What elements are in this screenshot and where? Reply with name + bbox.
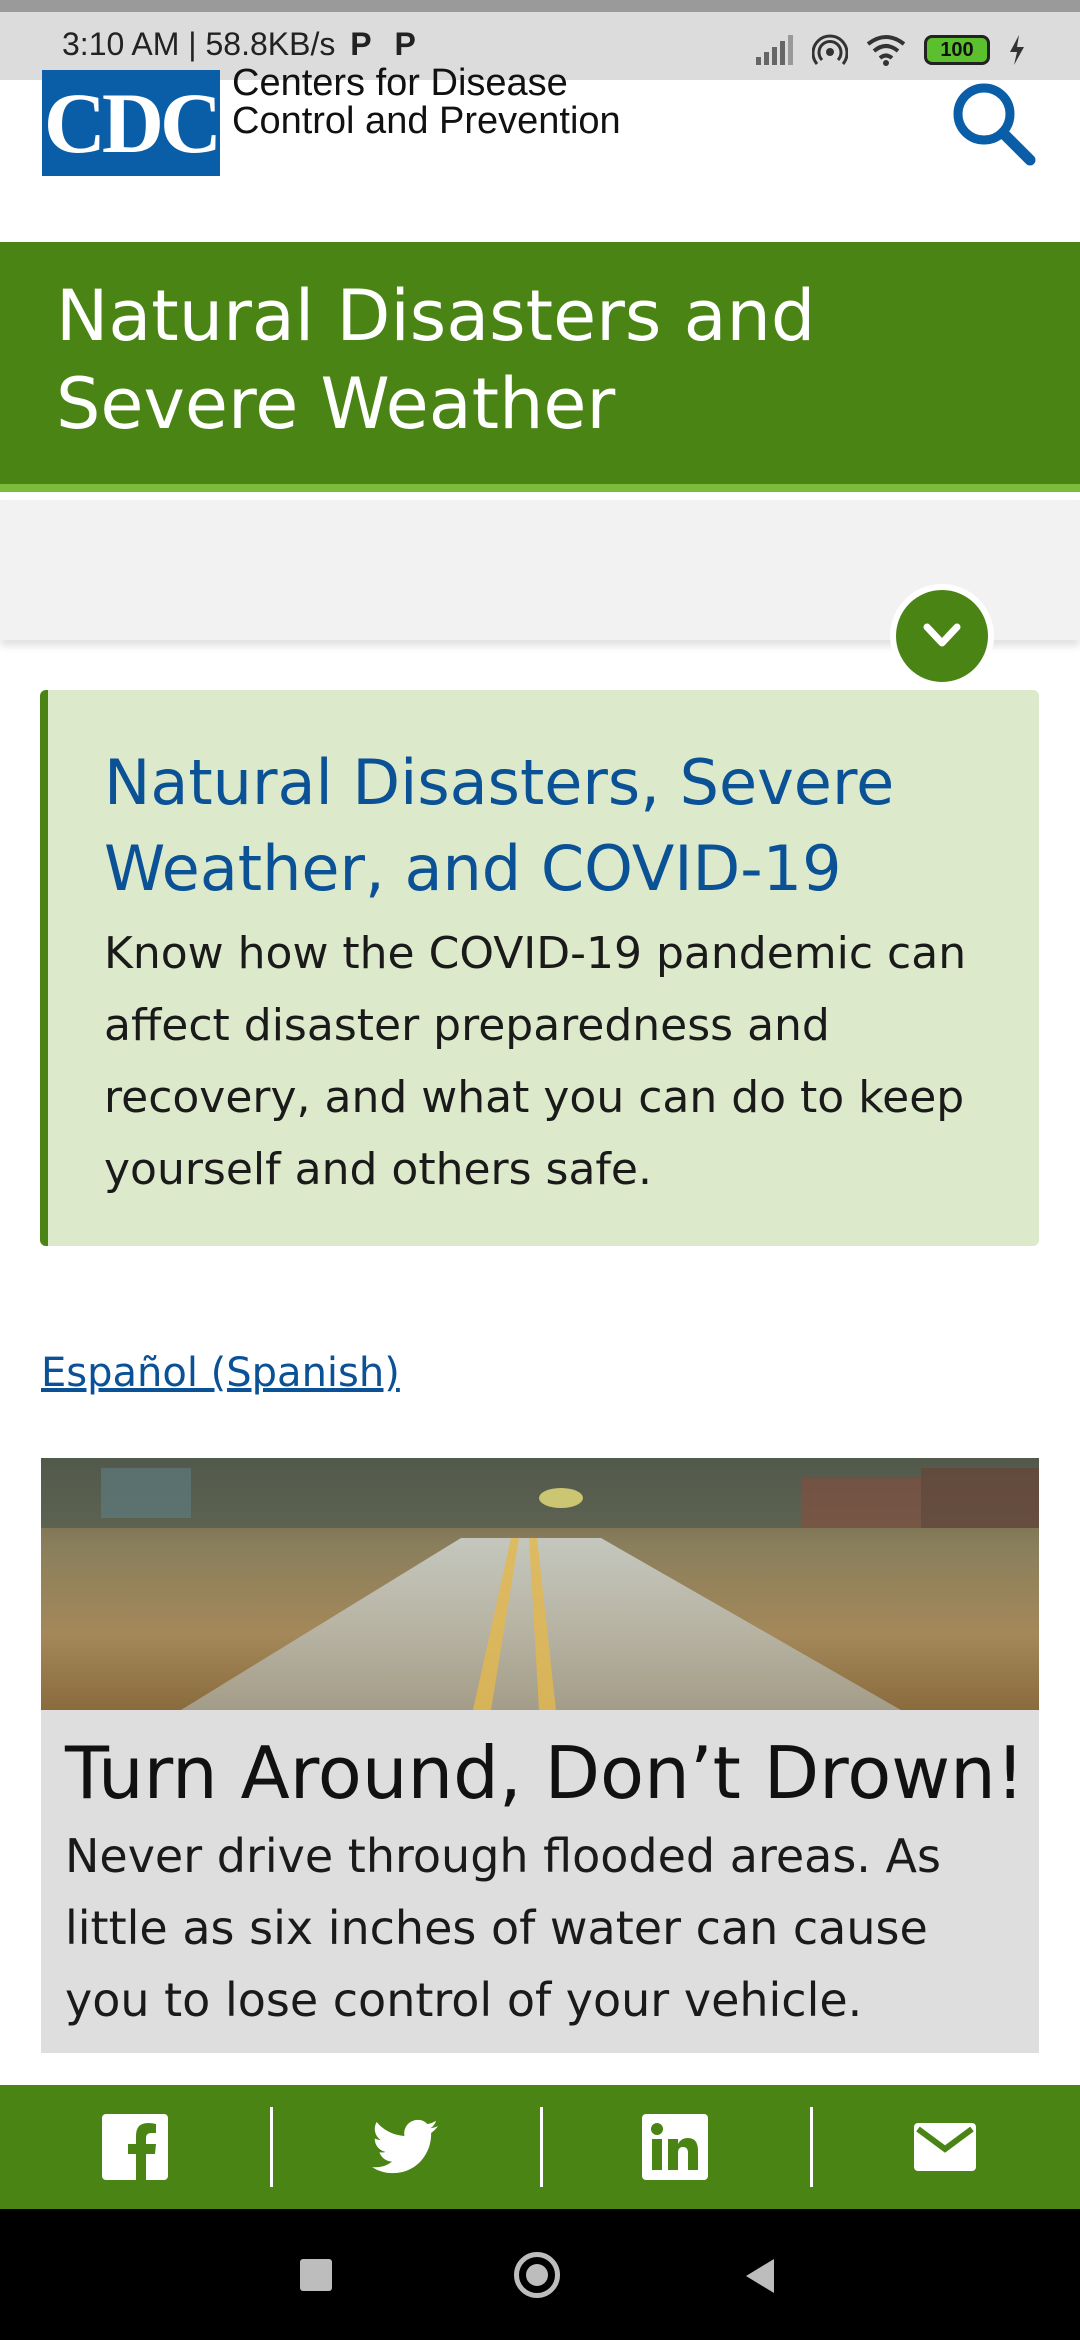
status-speed: 58.8KB/s — [205, 26, 336, 62]
share-linkedin-button[interactable] — [540, 2085, 810, 2209]
flooded-road-illustration — [41, 1458, 1039, 1710]
recent-apps-button[interactable] — [300, 2259, 332, 2291]
social-share-bar — [0, 2085, 1080, 2209]
org-name-line2: Control and Prevention — [232, 100, 621, 142]
search-button[interactable] — [948, 78, 1038, 168]
covid-callout[interactable]: Natural Disasters, Severe Weather, and C… — [40, 690, 1039, 1246]
wifi-icon — [866, 35, 906, 66]
email-icon — [914, 2123, 976, 2171]
flooded-road-image[interactable] — [41, 1458, 1039, 1710]
back-button[interactable] — [742, 2257, 776, 2295]
system-navigation-bar — [0, 2209, 1080, 2340]
callout-description: Know how the COVID-19 pandemic can affec… — [104, 928, 967, 1195]
feature-card[interactable]: Turn Around, Don’t Drown! Never drive th… — [41, 1710, 1039, 2053]
chevron-down-icon — [923, 623, 961, 647]
cdc-logo[interactable]: CDC — [42, 70, 222, 176]
page-title: Natural Disasters and Severe Weather — [56, 275, 816, 445]
status-time: 3:10 AM — [62, 26, 180, 62]
spanish-language-link[interactable]: Español (Spanish) — [41, 1350, 400, 1396]
signal-icon — [756, 35, 793, 65]
parking-icon: P — [350, 26, 372, 62]
org-name-line1: Centers for Disease — [232, 62, 568, 104]
page-title-banner: Natural Disasters and Severe Weather — [0, 242, 1080, 492]
status-time-speed: 3:10 AM | 58.8KB/s P P — [62, 26, 416, 62]
status-icons: 100 — [754, 30, 1026, 70]
org-name: Centers for Disease Control and Preventi… — [232, 64, 621, 140]
home-button[interactable] — [514, 2252, 560, 2298]
share-twitter-button[interactable] — [270, 2085, 540, 2209]
battery-icon: 100 — [924, 35, 990, 65]
twitter-icon — [372, 2119, 438, 2174]
hotspot-icon — [812, 34, 848, 65]
expand-nav-button[interactable] — [890, 584, 994, 688]
parking-icon-2: P — [394, 26, 416, 62]
facebook-icon — [102, 2114, 168, 2180]
charging-icon — [1010, 35, 1024, 65]
share-facebook-button[interactable] — [0, 2085, 270, 2209]
linkedin-icon — [642, 2114, 708, 2180]
search-icon — [953, 83, 1036, 166]
feature-title[interactable]: Turn Around, Don’t Drown! — [65, 1728, 1025, 1818]
share-email-button[interactable] — [810, 2085, 1080, 2209]
callout-title-link[interactable]: Natural Disasters, Severe Weather, and C… — [104, 740, 1004, 912]
feature-description: Never drive through flooded areas. As li… — [65, 1829, 941, 2027]
